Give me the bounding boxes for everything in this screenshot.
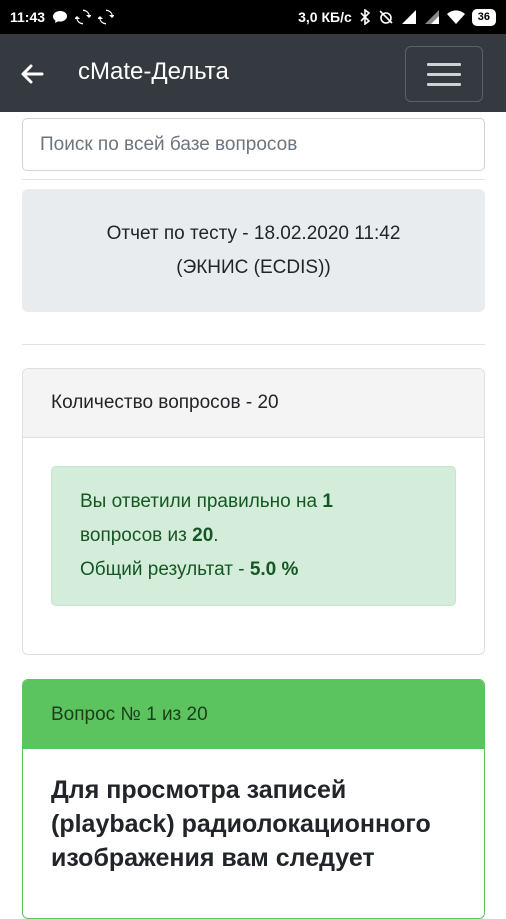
- divider: [22, 179, 485, 180]
- battery-icon: 36: [471, 8, 496, 26]
- question-card[interactable]: Вопрос № 1 из 20 Для просмотра записей (…: [22, 679, 485, 919]
- total-count: 20: [192, 525, 214, 546]
- status-time: 11:43: [10, 9, 46, 25]
- result-alert: Вы ответили правильно на 1 вопросов из 2…: [51, 466, 456, 606]
- status-bar: 11:43 3,0 КБ/с 36: [0, 0, 506, 34]
- app-bar: cMate-Дельта: [0, 34, 506, 112]
- sync-icon: [98, 9, 115, 25]
- alarm-off-icon: [378, 9, 394, 25]
- search-input[interactable]: [22, 118, 485, 171]
- questions-count: Количество вопросов - 20: [23, 369, 484, 438]
- divider: [22, 344, 485, 345]
- arrow-left-icon[interactable]: [18, 60, 46, 88]
- wifi-icon: [446, 10, 465, 24]
- signal-icon: [424, 10, 440, 24]
- bluetooth-icon: [359, 9, 371, 25]
- message-icon: [52, 9, 68, 25]
- question-text: Для просмотра записей (playback) радиоло…: [51, 776, 431, 872]
- sync-icon: [75, 9, 92, 25]
- report-subject: (ЭКНИС (ECDIS)): [176, 256, 331, 278]
- report-info: Отчет по тесту - 18.02.2020 11:42 (ЭКНИС…: [22, 189, 485, 312]
- app-title: cMate-Дельта: [78, 58, 229, 85]
- question-number: Вопрос № 1 из 20: [23, 680, 484, 749]
- result-line-2: вопросов из 20.: [80, 525, 219, 546]
- network-speed: 3,0 КБ/с: [298, 9, 352, 25]
- signal-icon: [401, 10, 417, 24]
- summary-card: Количество вопросов - 20 Вы ответили пра…: [22, 368, 485, 655]
- result-percent: 5.0 %: [249, 559, 299, 580]
- correct-count: 1: [322, 491, 333, 512]
- result-line-1: Вы ответили правильно на 1: [80, 491, 333, 512]
- report-title: Отчет по тесту - 18.02.2020 11:42: [106, 222, 401, 244]
- result-line-3: Общий результат - 5.0 %: [80, 559, 299, 580]
- hamburger-menu-icon[interactable]: [405, 46, 483, 102]
